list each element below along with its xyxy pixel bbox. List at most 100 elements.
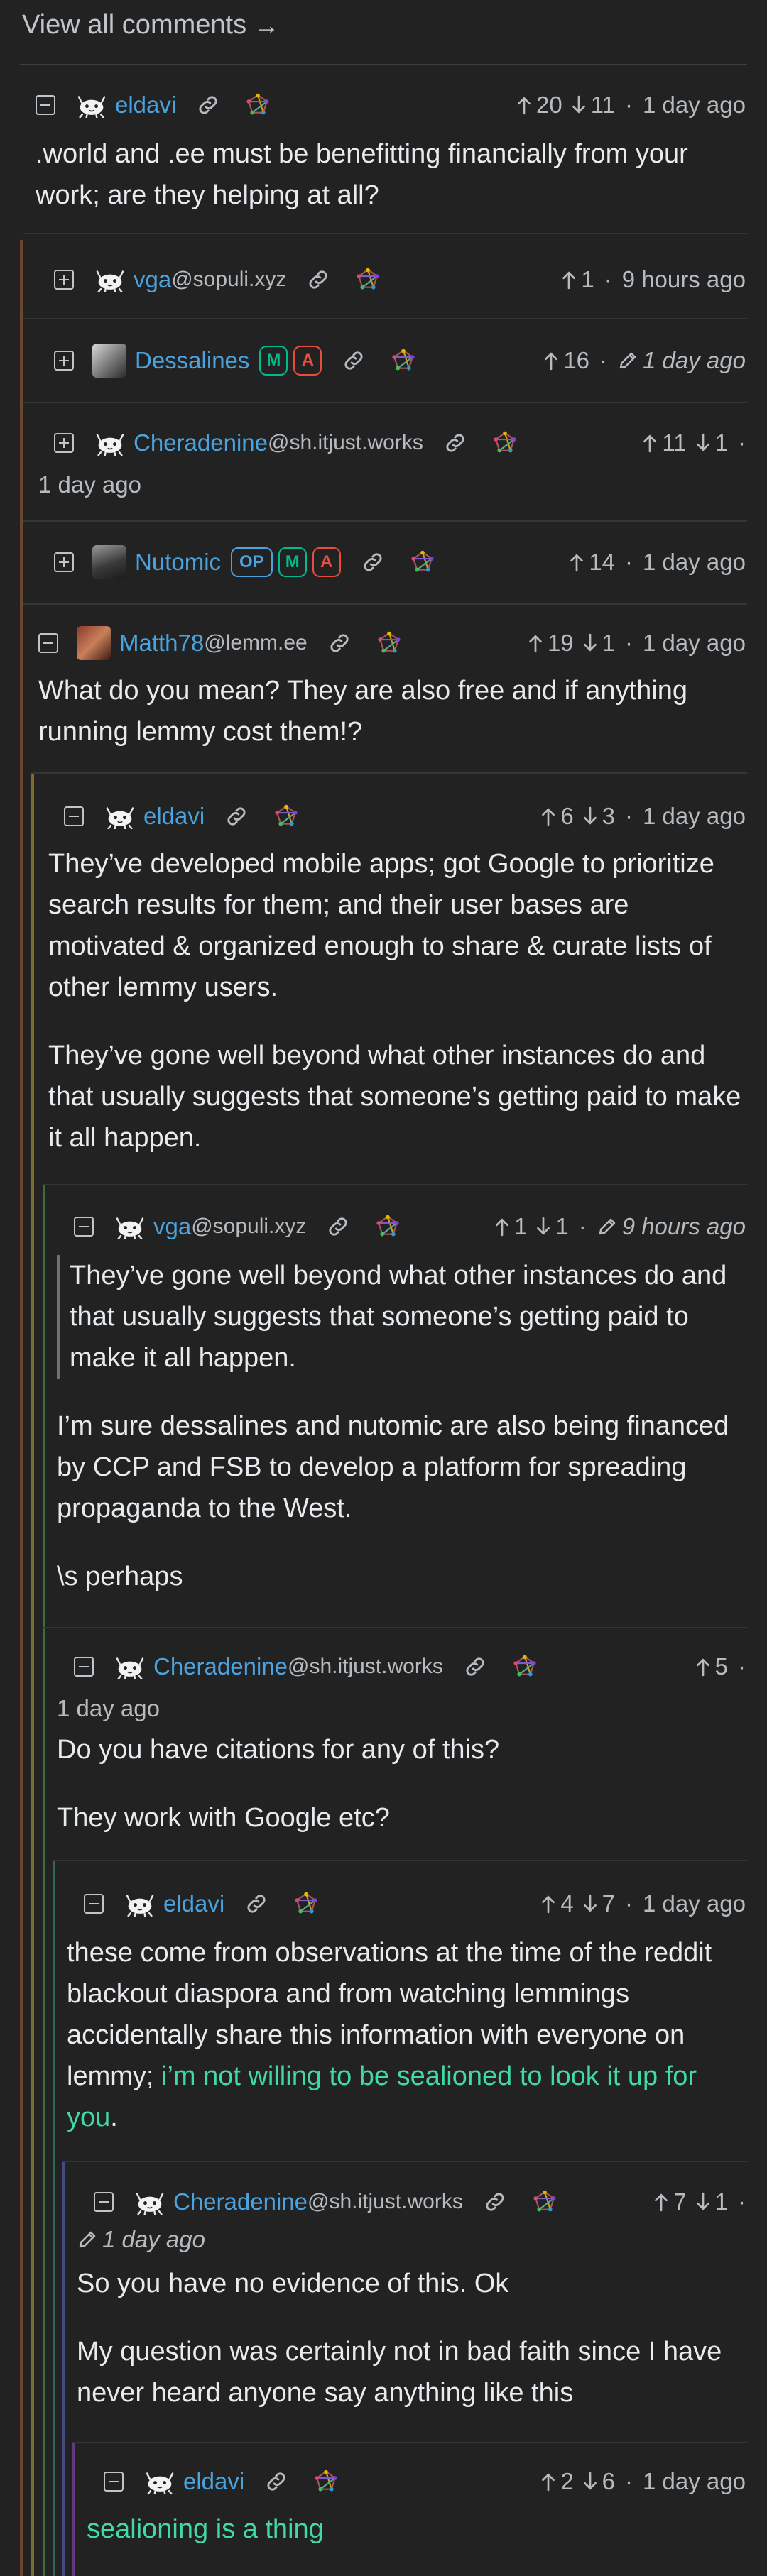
divider bbox=[20, 64, 747, 65]
downvote-button[interactable]: 1 bbox=[535, 1213, 569, 1240]
link-icon[interactable] bbox=[196, 93, 220, 117]
username-link[interactable]: vga bbox=[153, 1213, 191, 1240]
admin-badge: A bbox=[293, 346, 322, 376]
collapse-button[interactable] bbox=[94, 2192, 114, 2212]
link-icon[interactable] bbox=[327, 631, 352, 655]
downvote-button[interactable]: 1 bbox=[695, 429, 728, 456]
upvote-button[interactable]: 2 bbox=[540, 2468, 574, 2495]
timestamp: 1 day ago bbox=[643, 1890, 746, 1917]
view-all-comments-link[interactable]: View all comments → bbox=[22, 10, 279, 40]
comment: vga @sopuli.xyz 1 1 · 9 hours ago They’v… bbox=[57, 1205, 746, 1603]
username-link[interactable]: Matth78 bbox=[119, 630, 204, 657]
comment-collapsed: vga @sopuli.xyz 1 · 9 hours ago bbox=[54, 258, 746, 301]
fediverse-icon[interactable] bbox=[314, 2470, 338, 2494]
username-link[interactable]: eldavi bbox=[183, 2468, 244, 2495]
fediverse-icon[interactable] bbox=[493, 431, 517, 455]
comment-paragraph: Do you have citations for any of this? bbox=[57, 1735, 500, 1765]
comment-paragraph: So you have no evidence of this. Ok bbox=[77, 2269, 509, 2298]
fediverse-icon[interactable] bbox=[410, 550, 435, 574]
upvote-button[interactable]: 1 bbox=[561, 266, 594, 293]
collapse-button[interactable] bbox=[36, 95, 55, 115]
username-link[interactable]: Cheradenine bbox=[153, 1653, 288, 1680]
comment-paragraph: They’ve developed mobile apps; got Googl… bbox=[48, 849, 714, 1002]
instance-label: @sopuli.xyz bbox=[171, 268, 287, 291]
username-link[interactable]: vga bbox=[134, 266, 171, 293]
timestamp: 1 day ago bbox=[643, 92, 746, 118]
timestamp: 1 day ago bbox=[643, 549, 746, 575]
upvote-button[interactable]: 19 bbox=[528, 630, 574, 657]
link-icon[interactable] bbox=[483, 2190, 507, 2214]
upvote-button[interactable]: 7 bbox=[653, 2188, 687, 2215]
link-icon[interactable] bbox=[306, 268, 330, 292]
upvote-button[interactable]: 6 bbox=[540, 803, 574, 830]
instance-label: @sh.itjust.works bbox=[267, 431, 423, 454]
timestamp: 1 day ago bbox=[57, 1695, 160, 1721]
username-link[interactable]: eldavi bbox=[143, 803, 205, 830]
instance-label: @sh.itjust.works bbox=[307, 2190, 463, 2213]
fediverse-icon[interactable] bbox=[533, 2190, 557, 2214]
link-icon[interactable] bbox=[244, 1892, 268, 1916]
downvote-button[interactable]: 11 bbox=[571, 92, 615, 119]
collapse-button[interactable] bbox=[104, 2472, 124, 2492]
link-icon[interactable] bbox=[224, 804, 249, 828]
avatar bbox=[92, 425, 128, 461]
upvote-button[interactable]: 14 bbox=[569, 549, 615, 576]
link-icon[interactable] bbox=[361, 550, 385, 574]
timestamp: 9 hours ago bbox=[621, 1213, 746, 1239]
instance-label: @lemm.ee bbox=[204, 631, 308, 654]
username-link[interactable]: Cheradenine bbox=[134, 429, 268, 456]
downvote-button[interactable]: 1 bbox=[695, 2188, 728, 2215]
fediverse-icon[interactable] bbox=[246, 93, 270, 117]
upvote-button[interactable]: 11 bbox=[642, 429, 687, 456]
collapse-button[interactable] bbox=[84, 1894, 104, 1914]
comment: eldavi 2 6 · 1 day ago sealioning is a t… bbox=[87, 2460, 746, 2560]
link-icon[interactable] bbox=[443, 431, 467, 455]
greentext: sealioning is a thing bbox=[87, 2514, 324, 2544]
username-link[interactable]: eldavi bbox=[115, 92, 176, 119]
comment-paragraph: My question was certainly not in bad fai… bbox=[77, 2337, 722, 2408]
comment: eldavi 4 7 · 1 day ago these come from o… bbox=[67, 1882, 746, 2145]
upvote-button[interactable]: 16 bbox=[543, 347, 589, 374]
username-link[interactable]: Nutomic bbox=[135, 549, 221, 576]
fediverse-icon[interactable] bbox=[294, 1892, 318, 1916]
avatar bbox=[77, 626, 111, 660]
expand-button[interactable] bbox=[54, 552, 74, 572]
edited-pencil-icon bbox=[597, 1216, 618, 1237]
upvote-button[interactable]: 5 bbox=[695, 1653, 728, 1680]
collapse-button[interactable] bbox=[38, 633, 58, 653]
comment-paragraph: these come from observations at the time… bbox=[67, 1932, 746, 2138]
username-link[interactable]: Cheradenine bbox=[173, 2188, 308, 2215]
downvote-button[interactable]: 6 bbox=[582, 2468, 615, 2495]
comment-paragraph: They’ve gone well beyond what other inst… bbox=[48, 1041, 741, 1153]
collapse-button[interactable] bbox=[64, 806, 84, 826]
collapse-button[interactable] bbox=[74, 1217, 94, 1237]
link-icon[interactable] bbox=[342, 349, 366, 373]
fediverse-icon[interactable] bbox=[376, 1215, 400, 1239]
collapse-button[interactable] bbox=[74, 1657, 94, 1677]
comment-collapsed: Nutomic OP M A 14 · 1 day ago bbox=[54, 541, 746, 583]
fediverse-icon[interactable] bbox=[513, 1655, 537, 1679]
upvote-button[interactable]: 4 bbox=[540, 1890, 574, 1917]
expand-button[interactable] bbox=[54, 351, 74, 371]
username-link[interactable]: Dessalines bbox=[135, 347, 249, 374]
username-link[interactable]: eldavi bbox=[163, 1890, 224, 1917]
downvote-button[interactable]: 1 bbox=[582, 630, 615, 657]
arrow-right-icon: → bbox=[254, 10, 280, 40]
fediverse-icon[interactable] bbox=[391, 349, 415, 373]
expand-button[interactable] bbox=[54, 433, 74, 453]
comment-collapsed: Dessalines M A 16 · 1 day ago bbox=[54, 339, 746, 382]
view-all-label: View all comments bbox=[22, 10, 247, 40]
avatar bbox=[92, 344, 126, 378]
downvote-button[interactable]: 3 bbox=[582, 803, 615, 830]
upvote-button[interactable]: 20 bbox=[516, 92, 562, 119]
link-icon[interactable] bbox=[463, 1655, 487, 1679]
expand-button[interactable] bbox=[54, 270, 74, 290]
fediverse-icon[interactable] bbox=[274, 804, 298, 828]
link-icon[interactable] bbox=[326, 1215, 350, 1239]
fediverse-icon[interactable] bbox=[377, 631, 401, 655]
downvote-button[interactable]: 7 bbox=[582, 1890, 615, 1917]
link-icon[interactable] bbox=[264, 2470, 288, 2494]
fediverse-icon[interactable] bbox=[356, 268, 380, 292]
avatar bbox=[112, 1649, 148, 1684]
upvote-button[interactable]: 1 bbox=[494, 1213, 527, 1240]
